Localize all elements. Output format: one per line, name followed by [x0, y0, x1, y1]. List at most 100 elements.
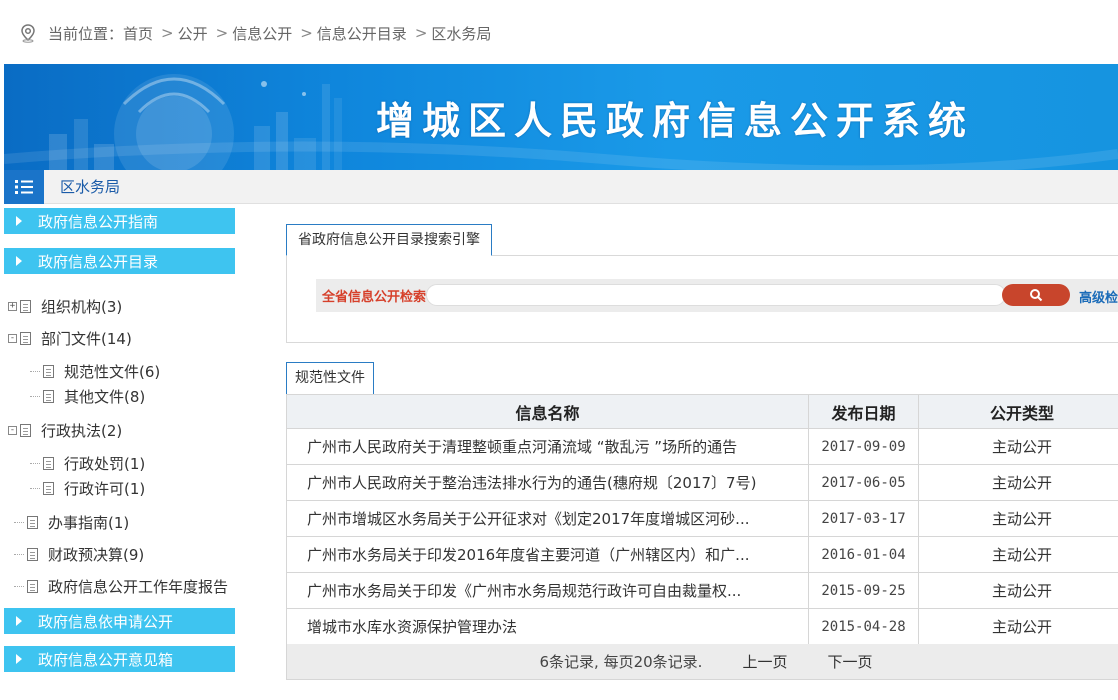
- document-type: 主动公开: [918, 608, 1118, 645]
- breadcrumb-separator: >: [414, 24, 428, 42]
- tree-item-label: 行政处罚(1): [64, 455, 146, 473]
- menu-list-button[interactable]: [4, 169, 44, 204]
- sidebar-header-label: 政府信息公开指南: [38, 212, 159, 231]
- document-date: 2016-01-04: [808, 536, 919, 573]
- tree-item-label: 政府信息公开工作年度报告: [48, 578, 229, 596]
- tree-connector: [30, 371, 40, 372]
- sidebar-header-feedback[interactable]: 政府信息公开意见箱: [4, 646, 235, 672]
- document-date: 2017-09-09: [808, 428, 919, 465]
- tree-item-normative-files[interactable]: 规范性文件(6): [30, 361, 160, 382]
- collapse-icon[interactable]: -: [8, 426, 17, 435]
- tree-item-annual-report[interactable]: 政府信息公开工作年度报告: [14, 576, 228, 597]
- document-icon: [43, 390, 54, 403]
- tree-item-budget[interactable]: 财政预决算(9): [14, 544, 144, 565]
- document-icon: [20, 300, 31, 313]
- tree-item-label: 其他文件(8): [64, 388, 146, 406]
- table-row: 广州市水务局关于印发2016年度省主要河道（广州辖区内）和广... 2016-0…: [286, 536, 1118, 573]
- search-icon: [1030, 289, 1043, 302]
- pagination: 6条记录, 每页20条记录. 上一页 下一页: [286, 644, 1118, 680]
- tree-connector: [14, 554, 24, 555]
- list-icon: [15, 179, 33, 194]
- breadcrumb-separator: >: [215, 24, 229, 42]
- sidebar-header-label: 政府信息公开目录: [38, 252, 159, 271]
- document-icon: [43, 457, 54, 470]
- search-engine-tab[interactable]: 省政府信息公开目录搜索引擎: [286, 224, 492, 256]
- column-header-title: 信息名称: [286, 394, 809, 429]
- document-type: 主动公开: [918, 536, 1118, 573]
- tree-item-organization[interactable]: + 组织机构(3): [8, 296, 122, 317]
- document-icon: [20, 332, 31, 345]
- collapse-icon[interactable]: -: [8, 334, 17, 343]
- document-type: 主动公开: [918, 500, 1118, 537]
- document-title-link[interactable]: 增城市水库水资源保护管理办法: [286, 608, 809, 645]
- document-icon: [27, 548, 38, 561]
- search-input[interactable]: [426, 284, 1006, 306]
- document-icon: [27, 516, 38, 529]
- document-title-link[interactable]: 广州市水务局关于印发《广州市水务局规范行政许可自由裁量权...: [286, 572, 809, 609]
- document-type: 主动公开: [918, 428, 1118, 465]
- table-row: 广州市增城区水务局关于公开征求对《划定2017年度增城区河砂... 2017-0…: [286, 500, 1118, 537]
- tree-item-law-enforcement[interactable]: - 行政执法(2): [8, 420, 122, 441]
- advanced-search-link[interactable]: 高级检索: [1079, 287, 1118, 306]
- document-icon: [43, 482, 54, 495]
- document-title-link[interactable]: 广州市人民政府关于整治违法排水行为的通告(穗府规〔2017〕7号): [286, 464, 809, 501]
- prev-page-link[interactable]: 上一页: [742, 651, 787, 672]
- tree-item-other-files[interactable]: 其他文件(8): [30, 386, 145, 407]
- breadcrumb-info-public[interactable]: 信息公开: [232, 23, 292, 44]
- document-type: 主动公开: [918, 464, 1118, 501]
- tree-item-label: 部门文件(14): [41, 330, 132, 348]
- sidebar-header-application[interactable]: 政府信息依申请公开: [4, 608, 235, 634]
- column-header-type: 公开类型: [918, 394, 1118, 429]
- tree-item-label: 行政许可(1): [64, 480, 146, 498]
- document-date: 2015-04-28: [808, 608, 919, 645]
- tree-connector: [14, 586, 24, 587]
- next-page-link[interactable]: 下一页: [827, 651, 872, 672]
- document-icon: [20, 424, 31, 437]
- tree-item-department-files[interactable]: - 部门文件(14): [8, 328, 132, 349]
- breadcrumb-public[interactable]: 公开: [178, 23, 208, 44]
- triangle-right-icon: [16, 654, 22, 664]
- sidebar-header-label: 政府信息依申请公开: [38, 612, 174, 631]
- table-row: 广州市水务局关于印发《广州市水务局规范行政许可自由裁量权... 2015-09-…: [286, 572, 1118, 609]
- tree-item-label: 财政预决算(9): [48, 546, 145, 564]
- document-type: 主动公开: [918, 572, 1118, 609]
- expand-icon[interactable]: +: [8, 302, 17, 311]
- unit-name[interactable]: 区水务局: [60, 176, 120, 197]
- sidebar-header-catalog[interactable]: 政府信息公开目录: [4, 248, 235, 274]
- document-title-link[interactable]: 广州市增城区水务局关于公开征求对《划定2017年度增城区河砂...: [286, 500, 809, 537]
- tree-item-service-guide[interactable]: 办事指南(1): [14, 512, 129, 533]
- breadcrumb-separator: >: [161, 24, 174, 42]
- search-label: 全省信息公开检索: [322, 290, 427, 305]
- breadcrumb-info-catalog[interactable]: 信息公开目录: [317, 23, 407, 44]
- tree-item-label: 办事指南(1): [48, 514, 130, 532]
- documents-table: 信息名称 发布日期 公开类型 广州市人民政府关于清理整顿重点河涌流域 “散乱污 …: [286, 394, 1118, 645]
- site-title: 增城区人民政府信息公开系统: [376, 99, 975, 143]
- table-row: 增城市水库水资源保护管理办法 2015-04-28 主动公开: [286, 608, 1118, 645]
- sidebar-header-label: 政府信息公开意见箱: [38, 650, 174, 669]
- document-title-link[interactable]: 广州市人民政府关于清理整顿重点河涌流域 “散乱污 ”场所的通告: [286, 428, 809, 465]
- sidebar-header-guide[interactable]: 政府信息公开指南: [4, 208, 235, 234]
- tree-connector: [14, 522, 24, 523]
- tree-item-penalty[interactable]: 行政处罚(1): [30, 453, 145, 474]
- unit-bar: 区水务局: [4, 169, 1118, 204]
- document-icon: [43, 365, 54, 378]
- tree-item-label: 组织机构(3): [41, 298, 123, 316]
- search-button[interactable]: [1002, 284, 1070, 306]
- tree-item-label: 规范性文件(6): [64, 363, 161, 381]
- document-title-link[interactable]: 广州市水务局关于印发2016年度省主要河道（广州辖区内）和广...: [286, 536, 809, 573]
- table-row: 广州市人民政府关于整治违法排水行为的通告(穗府规〔2017〕7号) 2017-0…: [286, 464, 1118, 501]
- tree-item-license[interactable]: 行政许可(1): [30, 478, 145, 499]
- document-icon: [27, 580, 38, 593]
- triangle-right-icon: [16, 216, 22, 226]
- breadcrumb-water-bureau[interactable]: 区水务局: [431, 23, 491, 44]
- triangle-right-icon: [16, 256, 22, 266]
- tree-connector: [30, 463, 40, 464]
- table-row: 广州市人民政府关于清理整顿重点河涌流域 “散乱污 ”场所的通告 2017-09-…: [286, 428, 1118, 465]
- breadcrumb: 当前位置： 首页 > 公开 > 信息公开 > 信息公开目录 > 区水务局: [18, 22, 491, 44]
- breadcrumb-home[interactable]: 首页: [123, 23, 153, 44]
- tree-item-label: 行政执法(2): [41, 422, 123, 440]
- pagination-summary: 6条记录, 每页20条记录.: [539, 653, 703, 671]
- document-date: 2017-06-05: [808, 464, 919, 501]
- normative-files-tab[interactable]: 规范性文件: [286, 362, 374, 394]
- breadcrumb-prefix: 当前位置：: [48, 24, 124, 43]
